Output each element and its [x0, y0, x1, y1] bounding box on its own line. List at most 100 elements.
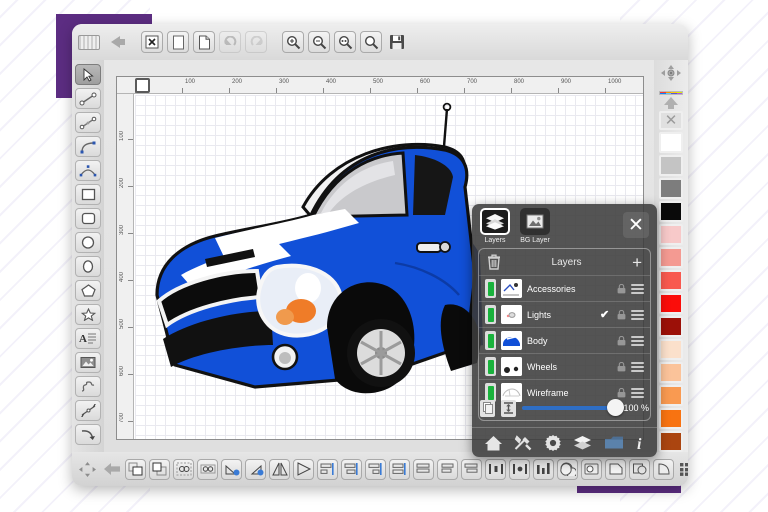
pan-canvas-icon[interactable]	[660, 64, 682, 87]
opacity-slider-knob[interactable]	[607, 399, 625, 416]
back-arrow-icon[interactable]	[104, 31, 126, 53]
rotate-right-icon[interactable]	[245, 458, 266, 480]
flip-horizontal-icon[interactable]	[269, 458, 290, 480]
curved-arrow-tool[interactable]	[75, 424, 101, 445]
layer-row[interactable]: Accessories	[479, 275, 650, 301]
layer-visibility-toggle[interactable]	[485, 305, 496, 324]
close-icon[interactable]: ✕	[623, 212, 649, 238]
color-swatch-9[interactable]	[659, 339, 683, 360]
swatch-no-color[interactable]: ✕	[659, 111, 683, 130]
opacity-slider[interactable]	[522, 399, 625, 416]
nav-info[interactable]: i	[635, 434, 645, 451]
duplicate-document-icon[interactable]	[193, 31, 215, 53]
color-swatch-5[interactable]	[659, 247, 683, 268]
layer-visibility-toggle[interactable]	[485, 279, 496, 298]
align-right-icon[interactable]	[365, 458, 386, 480]
close-document-icon[interactable]	[141, 31, 163, 53]
color-swatch-2[interactable]	[659, 178, 683, 199]
layer-drag-handle[interactable]	[631, 361, 644, 372]
distribute-horizontal-icon[interactable]	[485, 458, 506, 480]
color-swatch-3[interactable]	[659, 201, 683, 222]
trash-icon[interactable]	[487, 254, 501, 270]
ruler-origin-box[interactable]	[135, 78, 150, 93]
ungroup-icon[interactable]	[197, 458, 218, 480]
star-tool[interactable]	[75, 304, 101, 325]
pan-tool-icon[interactable]	[77, 459, 98, 480]
boolean-difference-icon[interactable]	[605, 458, 626, 480]
layer-visibility-toggle[interactable]	[485, 331, 496, 350]
polyline-tool[interactable]	[75, 112, 101, 133]
freehand-tool[interactable]	[75, 376, 101, 397]
color-wheel-icon[interactable]	[659, 91, 683, 95]
rounded-rectangle-tool[interactable]	[75, 208, 101, 229]
back-arrow-icon[interactable]	[101, 459, 122, 480]
select-arrow-tool[interactable]	[75, 64, 101, 85]
color-swatch-13[interactable]	[659, 431, 683, 452]
undo-icon[interactable]	[219, 31, 241, 53]
bring-to-front-icon[interactable]	[125, 458, 146, 480]
lock-icon[interactable]	[617, 361, 626, 372]
color-swatch-7[interactable]	[659, 293, 683, 314]
rotate-left-icon[interactable]	[221, 458, 242, 480]
layer-drag-handle[interactable]	[631, 309, 644, 320]
nav-tools[interactable]	[514, 434, 532, 451]
dimension-tool[interactable]	[75, 400, 101, 421]
lock-icon[interactable]	[617, 283, 626, 294]
color-swatch-12[interactable]	[659, 408, 683, 429]
boolean-subtract-icon[interactable]	[581, 458, 602, 480]
new-document-icon[interactable]	[167, 31, 189, 53]
tab-layers[interactable]: Layers	[478, 208, 512, 244]
align-top-icon[interactable]	[413, 458, 434, 480]
zoom-fit-icon[interactable]	[334, 31, 356, 53]
nav-home[interactable]	[484, 435, 503, 451]
image-tool[interactable]	[75, 352, 101, 373]
text-tool[interactable]: A	[75, 328, 101, 349]
group-icon[interactable]	[173, 458, 194, 480]
lock-icon[interactable]	[617, 309, 626, 320]
distribute-vertical-icon[interactable]	[509, 458, 530, 480]
layer-visibility-toggle[interactable]	[485, 357, 496, 376]
grid-toggle-icon[interactable]	[677, 459, 688, 480]
color-swatch-0[interactable]	[659, 132, 683, 153]
rectangle-tool[interactable]	[75, 184, 101, 205]
align-left-icon[interactable]	[317, 458, 338, 480]
nav-settings[interactable]	[544, 434, 562, 452]
layer-row[interactable]: Lights ✔	[479, 301, 650, 327]
add-layer-button[interactable]: +	[632, 254, 642, 271]
tab-bg-layer[interactable]: BG Layer	[518, 208, 552, 244]
zoom-out-icon[interactable]	[308, 31, 330, 53]
polygon-tool[interactable]	[75, 280, 101, 301]
nav-files[interactable]	[604, 435, 624, 450]
scroll-up-icon[interactable]	[664, 97, 678, 109]
color-swatch-11[interactable]	[659, 385, 683, 406]
boolean-exclude-icon[interactable]	[653, 458, 674, 480]
blue-mini-cooper-car[interactable]	[145, 95, 485, 415]
redo-icon[interactable]	[245, 31, 267, 53]
align-bottom-icon[interactable]	[461, 458, 482, 480]
layer-drag-handle[interactable]	[631, 283, 644, 294]
color-swatch-8[interactable]	[659, 316, 683, 337]
line-tool[interactable]	[75, 88, 101, 109]
layer-row[interactable]: Wheels	[479, 353, 650, 379]
align-center-icon[interactable]	[341, 458, 362, 480]
ruler-toggle-icon[interactable]	[78, 31, 100, 53]
merge-layer-icon[interactable]	[501, 399, 516, 417]
mini-palette-cell[interactable]	[676, 93, 682, 94]
zoom-in-icon[interactable]	[282, 31, 304, 53]
ellipse-tool[interactable]	[75, 256, 101, 277]
layer-drag-handle[interactable]	[631, 387, 644, 398]
flip-vertical-icon[interactable]	[293, 458, 314, 480]
boolean-intersect-icon[interactable]	[629, 458, 650, 480]
boolean-union-icon[interactable]	[557, 458, 578, 480]
send-to-back-icon[interactable]	[149, 458, 170, 480]
circle-tool[interactable]	[75, 232, 101, 253]
layer-drag-handle[interactable]	[631, 335, 644, 346]
bezier-tool[interactable]	[75, 160, 101, 181]
align-middle-icon[interactable]	[437, 458, 458, 480]
lock-icon[interactable]	[617, 387, 626, 398]
lock-icon[interactable]	[617, 335, 626, 346]
distribute-spacing-icon[interactable]	[533, 458, 554, 480]
color-swatch-10[interactable]	[659, 362, 683, 383]
duplicate-layer-icon[interactable]	[480, 399, 495, 417]
align-justify-icon[interactable]	[389, 458, 410, 480]
